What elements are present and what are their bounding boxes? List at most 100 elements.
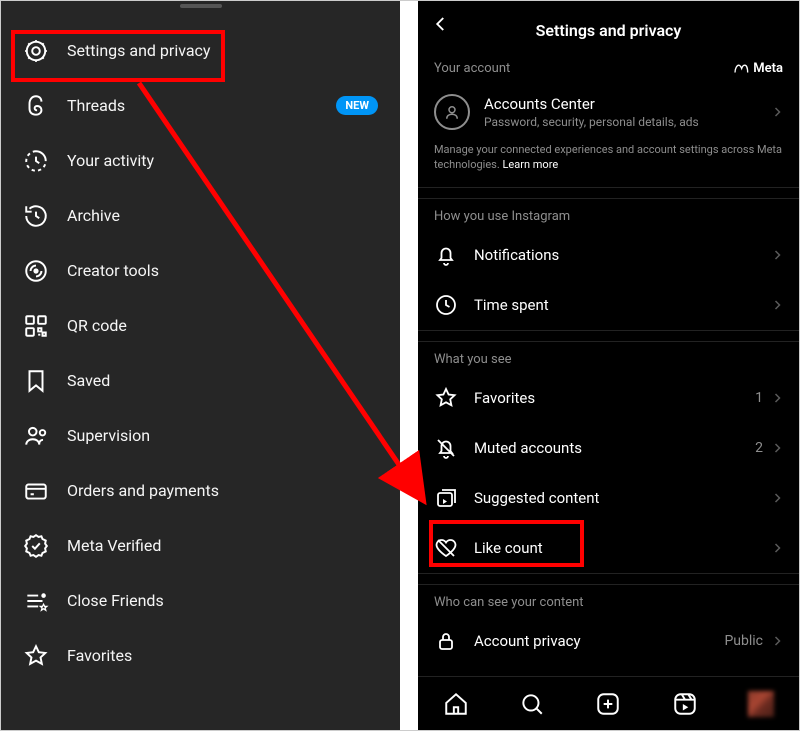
menu-list: Settings and privacy Threads NEW Your ac… — [1, 1, 400, 683]
supervision-icon — [23, 423, 49, 449]
setting-account-privacy[interactable]: Account privacy Public — [418, 616, 799, 666]
menu-supervision[interactable]: Supervision — [1, 408, 400, 463]
nav-home[interactable] — [443, 691, 469, 717]
creator-tools-icon — [23, 258, 49, 284]
heart-off-icon — [434, 536, 458, 560]
nav-profile[interactable] — [748, 691, 774, 717]
verified-icon — [23, 533, 49, 559]
threads-icon — [23, 93, 49, 119]
close-friends-icon — [23, 588, 49, 614]
qr-icon — [23, 313, 49, 339]
menu-settings-privacy[interactable]: Settings and privacy — [1, 23, 400, 78]
accounts-center-title: Accounts Center — [484, 95, 771, 113]
section-separator — [418, 330, 799, 342]
chevron-right-icon — [771, 542, 783, 554]
menu-creator-tools[interactable]: Creator tools — [1, 243, 400, 298]
menu-label: Settings and privacy — [67, 41, 211, 60]
menu-close-friends[interactable]: Close Friends — [1, 573, 400, 628]
page-title: Settings and privacy — [536, 21, 682, 40]
menu-label: Saved — [67, 371, 110, 390]
setting-time-spent[interactable]: Time spent — [418, 280, 799, 330]
bell-icon — [434, 243, 458, 267]
section-separator — [418, 187, 799, 199]
chevron-right-icon — [771, 635, 783, 647]
nav-create[interactable] — [595, 691, 621, 717]
menu-label: Orders and payments — [67, 481, 219, 500]
menu-meta-verified[interactable]: Meta Verified — [1, 518, 400, 573]
accounts-center-icon — [434, 94, 470, 130]
header: Settings and privacy — [418, 1, 799, 51]
how-you-use-heading: How you use Instagram — [418, 199, 799, 230]
menu-label: Threads — [67, 96, 125, 115]
right-settings-panel: Settings and privacy Your account Meta A… — [418, 1, 799, 730]
setting-suggested-content[interactable]: Suggested content — [418, 473, 799, 523]
section-separator — [418, 573, 799, 585]
learn-more-link[interactable]: Learn more — [503, 158, 559, 171]
count-badge: 2 — [755, 440, 763, 456]
bottom-nav — [418, 676, 799, 730]
menu-orders-payments[interactable]: Orders and payments — [1, 463, 400, 518]
menu-label: Supervision — [67, 426, 150, 445]
setting-label: Like count — [474, 539, 771, 557]
back-button[interactable] — [432, 15, 450, 33]
menu-label: Favorites — [67, 646, 132, 665]
what-you-see-heading: What you see — [418, 342, 799, 373]
chevron-right-icon — [771, 299, 783, 311]
suggested-content-icon — [434, 486, 458, 510]
menu-favorites[interactable]: Favorites — [1, 628, 400, 683]
menu-archive[interactable]: Archive — [1, 188, 400, 243]
accounts-center-text: Accounts Center Password, security, pers… — [484, 95, 771, 129]
chevron-right-icon — [771, 492, 783, 504]
saved-icon — [23, 368, 49, 394]
chevron-right-icon — [771, 442, 783, 454]
lock-icon — [434, 629, 458, 653]
payments-icon — [23, 478, 49, 504]
menu-label: Close Friends — [67, 591, 164, 610]
setting-label: Account privacy — [474, 632, 724, 650]
accounts-center-row[interactable]: Accounts Center Password, security, pers… — [418, 82, 799, 142]
setting-like-count[interactable]: Like count — [418, 523, 799, 573]
accounts-center-subtitle: Password, security, personal details, ad… — [484, 115, 771, 129]
menu-your-activity[interactable]: Your activity — [1, 133, 400, 188]
setting-notifications[interactable]: Notifications — [418, 230, 799, 280]
count-badge: 1 — [755, 390, 763, 406]
menu-qr-code[interactable]: QR code — [1, 298, 400, 353]
setting-label: Favorites — [474, 389, 755, 407]
chevron-right-icon — [771, 392, 783, 404]
setting-label: Notifications — [474, 246, 771, 264]
menu-label: QR code — [67, 316, 127, 335]
menu-label: Archive — [67, 206, 120, 225]
chevron-right-icon — [771, 106, 783, 118]
accounts-center-description: Manage your connected experiences and ac… — [418, 142, 799, 187]
who-can-see-heading: Who can see your content — [418, 585, 799, 616]
profile-avatar — [748, 691, 774, 717]
left-menu-panel: Settings and privacy Threads NEW Your ac… — [1, 1, 400, 730]
setting-label: Time spent — [474, 296, 771, 314]
bell-off-icon — [434, 436, 458, 460]
meta-logo: Meta — [733, 61, 783, 76]
heading-label: Your account — [434, 61, 510, 76]
panel-divider — [400, 1, 418, 730]
nav-reels[interactable] — [672, 691, 698, 717]
archive-icon — [23, 203, 49, 229]
menu-threads[interactable]: Threads NEW — [1, 78, 400, 133]
activity-icon — [23, 148, 49, 174]
setting-label: Muted accounts — [474, 439, 755, 457]
chevron-right-icon — [771, 249, 783, 261]
menu-label: Meta Verified — [67, 536, 161, 555]
menu-label: Your activity — [67, 151, 154, 170]
setting-label: Suggested content — [474, 489, 771, 507]
favorites-icon — [23, 643, 49, 669]
menu-label: Creator tools — [67, 261, 159, 280]
your-account-heading: Your account Meta — [418, 51, 799, 82]
setting-favorites[interactable]: Favorites 1 — [418, 373, 799, 423]
menu-saved[interactable]: Saved — [1, 353, 400, 408]
setting-muted-accounts[interactable]: Muted accounts 2 — [418, 423, 799, 473]
drag-handle[interactable] — [180, 4, 222, 8]
app-container: Settings and privacy Threads NEW Your ac… — [0, 0, 800, 731]
nav-search[interactable] — [519, 691, 545, 717]
new-badge: NEW — [336, 96, 378, 115]
star-icon — [434, 386, 458, 410]
gear-icon — [23, 38, 49, 64]
clock-icon — [434, 293, 458, 317]
